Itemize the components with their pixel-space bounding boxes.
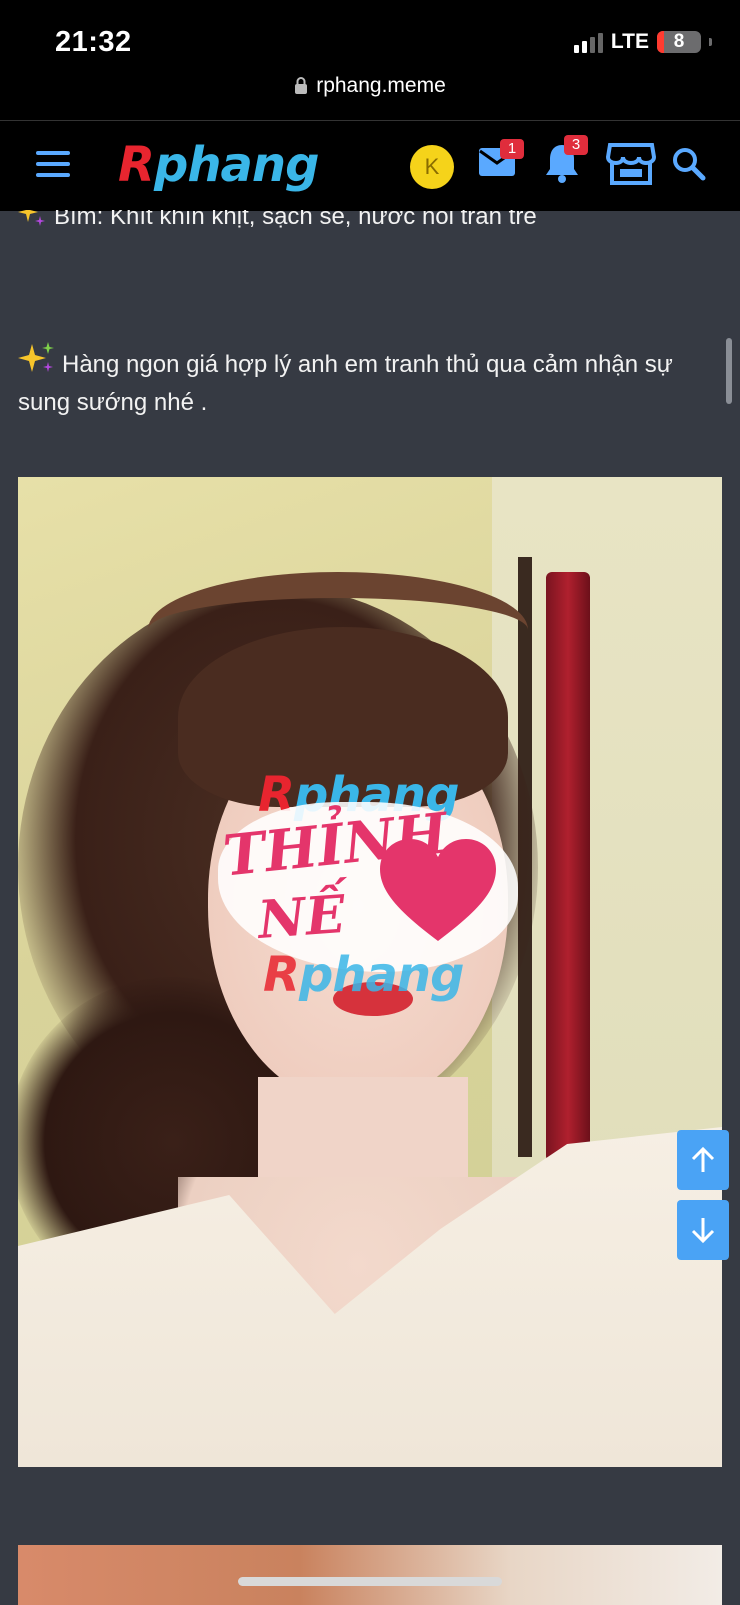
signal-icon [573,31,603,53]
arrow-down-icon [691,1218,715,1244]
menu-icon[interactable] [36,151,70,184]
url-text: rphang.meme [316,74,446,97]
messages-badge: 1 [500,139,524,159]
post-image-next[interactable] [18,1545,722,1605]
notifications-button[interactable]: 3 [544,135,588,188]
messages-button[interactable]: 1 [478,139,524,182]
search-icon [673,148,706,181]
store-button[interactable] [605,141,657,192]
post-text-main: Hàng ngon giá hợp lý anh em tranh thủ qu… [18,351,673,416]
network-label: LTE [610,30,649,53]
heart-icon [378,837,498,952]
status-time: 21:32 [55,26,132,58]
home-indicator[interactable] [238,1577,502,1586]
logo-text: phang [153,137,319,193]
arrow-up-icon [691,1146,715,1172]
scroll-top-button[interactable] [677,1130,729,1190]
status-indicators: LTE 8 [573,30,712,54]
scroll-bottom-button[interactable] [677,1200,729,1260]
watermark-logo-bottom: Rphang [263,947,464,1003]
page-scrollbar[interactable] [726,338,732,404]
search-button[interactable] [672,147,706,186]
notifications-badge: 3 [564,135,588,155]
lock-icon [294,76,308,100]
site-logo[interactable]: Rphang [118,137,319,193]
avatar[interactable]: K [410,145,454,189]
status-bar: 21:32 LTE 8 rphang.meme [0,0,740,120]
watermark-text-2: NẾ [255,884,348,951]
store-icon [605,143,657,185]
post-image[interactable]: Rphang THỈNH NẾ Rphang [18,477,722,1467]
url-bar[interactable]: rphang.meme [0,74,740,100]
post-line-main: Hàng ngon giá hợp lý anh em tranh thủ qu… [18,340,708,420]
battery-icon: 8 [657,31,701,53]
battery-level: 8 [673,31,685,52]
site-header: Rphang K 1 3 [0,120,740,211]
sparkles-icon [18,340,56,386]
logo-letter: R [118,137,155,193]
